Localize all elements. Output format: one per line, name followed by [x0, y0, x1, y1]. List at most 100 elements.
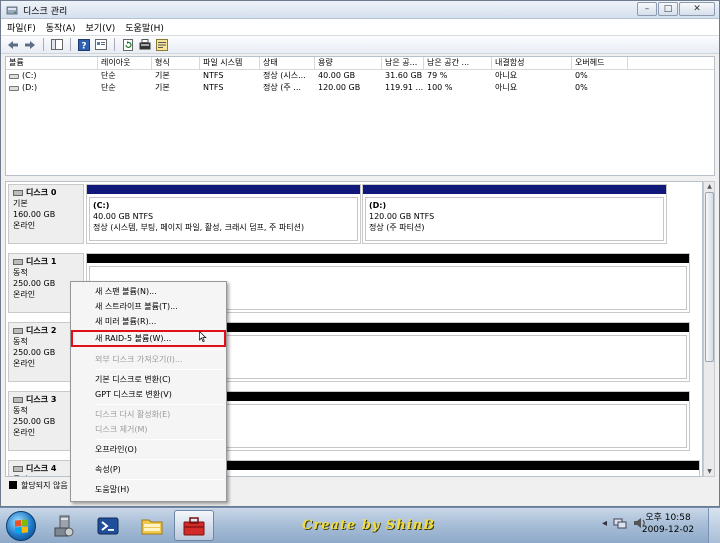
settings-list-icon[interactable] — [155, 38, 169, 51]
console-tree-icon[interactable] — [50, 38, 64, 51]
clock-date: 2009-12-02 — [641, 525, 695, 535]
scroll-down-icon[interactable]: ▼ — [705, 467, 714, 476]
menu-item-convert-to-gpt[interactable]: GPT 디스크로 변환(V) — [71, 387, 226, 402]
disk-name: 디스크 2 — [26, 326, 57, 335]
close-button[interactable]: ✕ — [679, 2, 715, 16]
toolbar: ? — [1, 36, 719, 54]
taskbar-app-disk-management[interactable] — [174, 510, 214, 541]
column-header-type[interactable]: 형식 — [152, 57, 200, 69]
start-button[interactable] — [6, 511, 36, 541]
primary-partition-bar — [87, 185, 360, 194]
partition-status: 정상 (시스템, 부팅, 페이지 파일, 활성, 크래시 덤프, 주 파티션) — [93, 223, 305, 232]
partition-c[interactable]: (C:) 40.00 GB NTFS 정상 (시스템, 부팅, 페이지 파일, … — [86, 184, 361, 244]
table-row[interactable]: (C:) 단순 기본 NTFS 정상 (시스... 40.00 GB 31.60… — [6, 70, 714, 82]
table-cell: NTFS — [203, 83, 224, 92]
column-header-fault-tolerance[interactable]: 내결함성 — [492, 57, 572, 69]
partition-d[interactable]: (D:) 120.00 GB NTFS 정상 (주 파티션) — [362, 184, 667, 244]
table-cell: 정상 (시스... — [263, 71, 306, 80]
menu-item-new-striped-volume[interactable]: 새 스트라이프 볼륨(T)... — [71, 299, 226, 314]
help-icon[interactable]: ? — [77, 38, 91, 51]
table-cell: 0% — [575, 83, 588, 92]
refresh-icon[interactable] — [121, 38, 135, 51]
taskbar-app-computer-management[interactable] — [44, 510, 84, 541]
powershell-icon — [97, 517, 119, 534]
show-desktop-button[interactable] — [708, 508, 720, 543]
menu-separator — [95, 349, 224, 350]
show-hidden-icons-icon[interactable]: ◂ — [602, 518, 607, 529]
menu-item-offline[interactable]: 오프라인(O) — [71, 442, 226, 457]
back-icon[interactable] — [6, 38, 20, 51]
menu-separator — [95, 459, 224, 460]
table-cell: 40.00 GB — [318, 71, 356, 80]
disk-management-icon — [6, 6, 18, 15]
column-header-overhead[interactable]: 오버헤드 — [572, 57, 628, 69]
table-cell: (C:) — [22, 71, 37, 80]
table-cell: 아니요 — [495, 71, 518, 80]
column-header-layout[interactable]: 레이아웃 — [98, 57, 152, 69]
disk-type: 기본 — [13, 199, 28, 208]
menu-item-convert-to-basic[interactable]: 기본 디스크로 변환(C) — [71, 372, 226, 387]
disk-name: 디스크 3 — [26, 395, 57, 404]
column-header-filesystem[interactable]: 파일 시스템 — [200, 57, 260, 69]
scroll-thumb[interactable] — [705, 192, 714, 362]
disk-status: 온라인 — [13, 221, 36, 230]
menu-file[interactable]: 파일(F) — [7, 21, 36, 34]
disk-view-scrollbar[interactable]: ▲ ▼ — [703, 181, 715, 477]
window-title: 디스크 관리 — [23, 7, 68, 17]
disk-row-0: 디스크 0 기본 160.00 GB 온라인 (C:) 40.00 GB NTF… — [6, 182, 702, 246]
table-cell: 31.60 GB — [385, 71, 423, 80]
mouse-cursor-icon — [199, 331, 207, 342]
column-header-status[interactable]: 상태 — [260, 57, 315, 69]
toolbar-separator — [43, 38, 44, 51]
disk-name: 디스크 0 — [26, 188, 57, 197]
table-cell: 아니요 — [495, 83, 518, 92]
menu-item-properties[interactable]: 속성(P) — [71, 462, 226, 477]
menu-view[interactable]: 보기(V) — [86, 21, 116, 34]
menu-separator — [95, 439, 224, 440]
drive-icon — [9, 85, 19, 91]
menu-item-new-mirrored-volume[interactable]: 새 미러 볼륨(R)... — [71, 314, 226, 329]
folder-icon — [141, 519, 163, 534]
disk-size: 160.00 GB — [13, 210, 56, 219]
forward-icon[interactable] — [23, 38, 37, 51]
taskbar-app-explorer[interactable] — [132, 510, 172, 541]
column-header-free-space[interactable]: 남은 공... — [382, 57, 424, 69]
menu-item-new-spanned-volume[interactable]: 새 스팬 볼륨(N)... — [71, 284, 226, 299]
partition-size: 40.00 GB NTFS — [93, 212, 154, 221]
column-header-volume[interactable]: 볼륨 — [6, 57, 98, 69]
toolbox-icon — [183, 516, 205, 535]
column-header-capacity[interactable]: 용량 — [315, 57, 382, 69]
menu-separator — [95, 479, 224, 480]
menu-help[interactable]: 도움말(H) — [125, 21, 164, 34]
table-cell: 단순 — [101, 71, 116, 80]
disk-icon — [13, 396, 23, 403]
windows-logo-icon — [15, 519, 28, 534]
menu-item-help[interactable]: 도움말(H) — [71, 482, 226, 497]
taskbar-app-powershell[interactable] — [88, 510, 128, 541]
menu-separator — [95, 369, 224, 370]
scroll-up-icon[interactable]: ▲ — [705, 182, 714, 191]
menu-item-import-foreign-disks[interactable]: 외부 디스크 가져오기(I)... — [71, 352, 226, 367]
network-icon[interactable] — [613, 517, 627, 529]
menu-action[interactable]: 동작(A) — [46, 21, 76, 34]
menu-item-reactivate-disk[interactable]: 디스크 다시 활성화(E) — [71, 407, 226, 422]
maximize-button[interactable]: □ — [658, 2, 678, 16]
toolbar-separator — [70, 38, 71, 51]
table-cell: 119.91 ... — [385, 83, 424, 92]
clock[interactable]: 오후 10:58 2009-12-02 — [640, 512, 696, 536]
rescan-disks-icon[interactable] — [138, 38, 152, 51]
properties-icon[interactable] — [94, 38, 108, 51]
svg-text:?: ? — [81, 41, 86, 51]
title-bar: 디스크 관리 – □ ✕ — [1, 1, 719, 19]
minimize-button[interactable]: – — [637, 2, 657, 16]
menu-item-remove-disk[interactable]: 디스크 제거(M) — [71, 422, 226, 437]
menu-separator — [95, 404, 224, 405]
table-cell: 단순 — [101, 83, 116, 92]
table-cell: 기본 — [155, 71, 170, 80]
disk-label[interactable]: 디스크 0 기본 160.00 GB 온라인 — [8, 184, 84, 244]
table-row[interactable]: (D:) 단순 기본 NTFS 정상 (주 ... 120.00 GB 119.… — [6, 82, 714, 94]
computer-management-icon — [54, 515, 74, 536]
partition-name: (C:) — [93, 201, 110, 210]
disk-type: 동적 — [13, 268, 28, 277]
column-header-percent-free[interactable]: 남은 공간 ... — [424, 57, 492, 69]
